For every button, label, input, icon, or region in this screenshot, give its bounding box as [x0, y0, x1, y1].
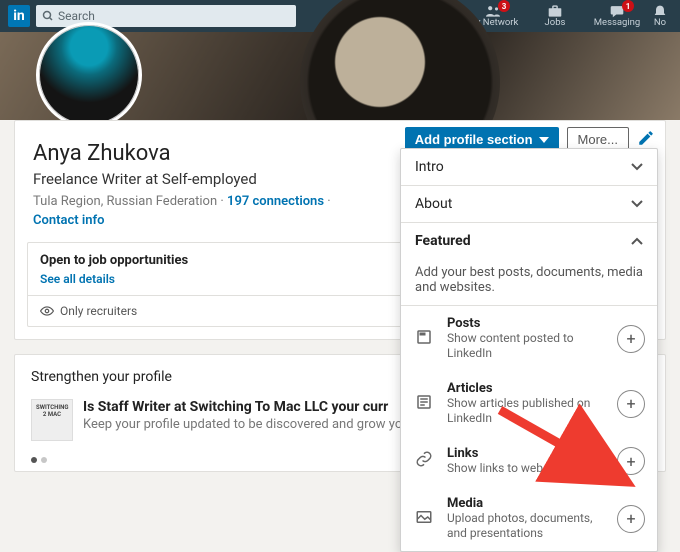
- add-links-button[interactable]: +: [617, 447, 645, 475]
- search-placeholder: Search: [58, 9, 95, 23]
- panel-row-label: Intro: [415, 159, 444, 175]
- nav-jobs[interactable]: Jobs: [524, 0, 586, 32]
- link-icon: [415, 450, 435, 472]
- briefcase-icon: [546, 4, 564, 18]
- featured-item-title: Media: [447, 496, 605, 511]
- featured-item-desc: Show content posted to LinkedIn: [447, 331, 605, 361]
- bell-icon: [652, 4, 668, 18]
- featured-item-title: Links: [447, 446, 605, 461]
- featured-item-media: Media Upload photos, documents, and pres…: [401, 486, 657, 551]
- chevron-down-icon: [631, 200, 643, 208]
- badge: 3: [498, 0, 510, 12]
- media-icon: [415, 508, 435, 530]
- connections-link[interactable]: 197 connections: [227, 194, 324, 209]
- suggestion-desc: Keep your profile updated to be discover…: [83, 417, 414, 432]
- featured-item-desc: Upload photos, documents, and presentati…: [447, 511, 605, 541]
- panel-row-featured[interactable]: Featured: [401, 223, 657, 259]
- dot[interactable]: [41, 457, 47, 463]
- featured-item-title: Articles: [447, 381, 605, 396]
- featured-item-links: Links Show links to web content +: [401, 436, 657, 486]
- featured-item-desc: Show articles published on LinkedIn: [447, 396, 605, 426]
- article-icon: [415, 393, 435, 415]
- avatar[interactable]: [36, 22, 142, 128]
- nav-label: Messaging: [594, 18, 641, 28]
- suggestion-title: Is Staff Writer at Switching To Mac LLC …: [83, 399, 414, 415]
- panel-row-label: Featured: [415, 233, 471, 249]
- linkedin-logo[interactable]: in: [8, 5, 30, 27]
- add-posts-button[interactable]: +: [617, 325, 645, 353]
- carousel-dots[interactable]: [31, 457, 47, 463]
- add-articles-button[interactable]: +: [617, 390, 645, 418]
- nav-label: Jobs: [545, 18, 566, 28]
- see-all-details-link[interactable]: See all details: [40, 272, 115, 286]
- add-section-panel: Intro About Featured Add your best posts…: [400, 148, 658, 552]
- dot[interactable]: [31, 457, 37, 463]
- featured-description: Add your best posts, documents, media an…: [401, 259, 657, 306]
- eye-icon: [40, 304, 54, 318]
- chevron-up-icon: [631, 237, 643, 245]
- featured-item-desc: Show links to web content: [447, 461, 605, 476]
- button-label: Add profile section: [415, 132, 533, 147]
- add-media-button[interactable]: +: [617, 505, 645, 533]
- caret-down-icon: [539, 137, 549, 143]
- chevron-down-icon: [631, 163, 643, 171]
- panel-row-label: About: [415, 196, 452, 212]
- nav-messaging[interactable]: 1 Messaging: [586, 0, 648, 32]
- featured-item-posts: Posts Show content posted to LinkedIn +: [401, 306, 657, 371]
- badge: 1: [622, 0, 634, 12]
- nav-notifications[interactable]: No: [648, 0, 672, 32]
- search-icon: [42, 10, 54, 22]
- suggestion-thumb: SWITCHING 2 MAC: [31, 399, 73, 441]
- featured-item-title: Posts: [447, 316, 605, 331]
- contact-info-link[interactable]: Contact info: [33, 213, 104, 228]
- featured-item-articles: Articles Show articles published on Link…: [401, 371, 657, 436]
- panel-row-intro[interactable]: Intro: [401, 149, 657, 186]
- visibility-text: Only recruiters: [60, 304, 137, 318]
- nav-label: No: [654, 18, 666, 28]
- panel-row-about[interactable]: About: [401, 186, 657, 223]
- post-icon: [415, 328, 435, 350]
- profile-location: Tula Region, Russian Federation: [33, 194, 217, 209]
